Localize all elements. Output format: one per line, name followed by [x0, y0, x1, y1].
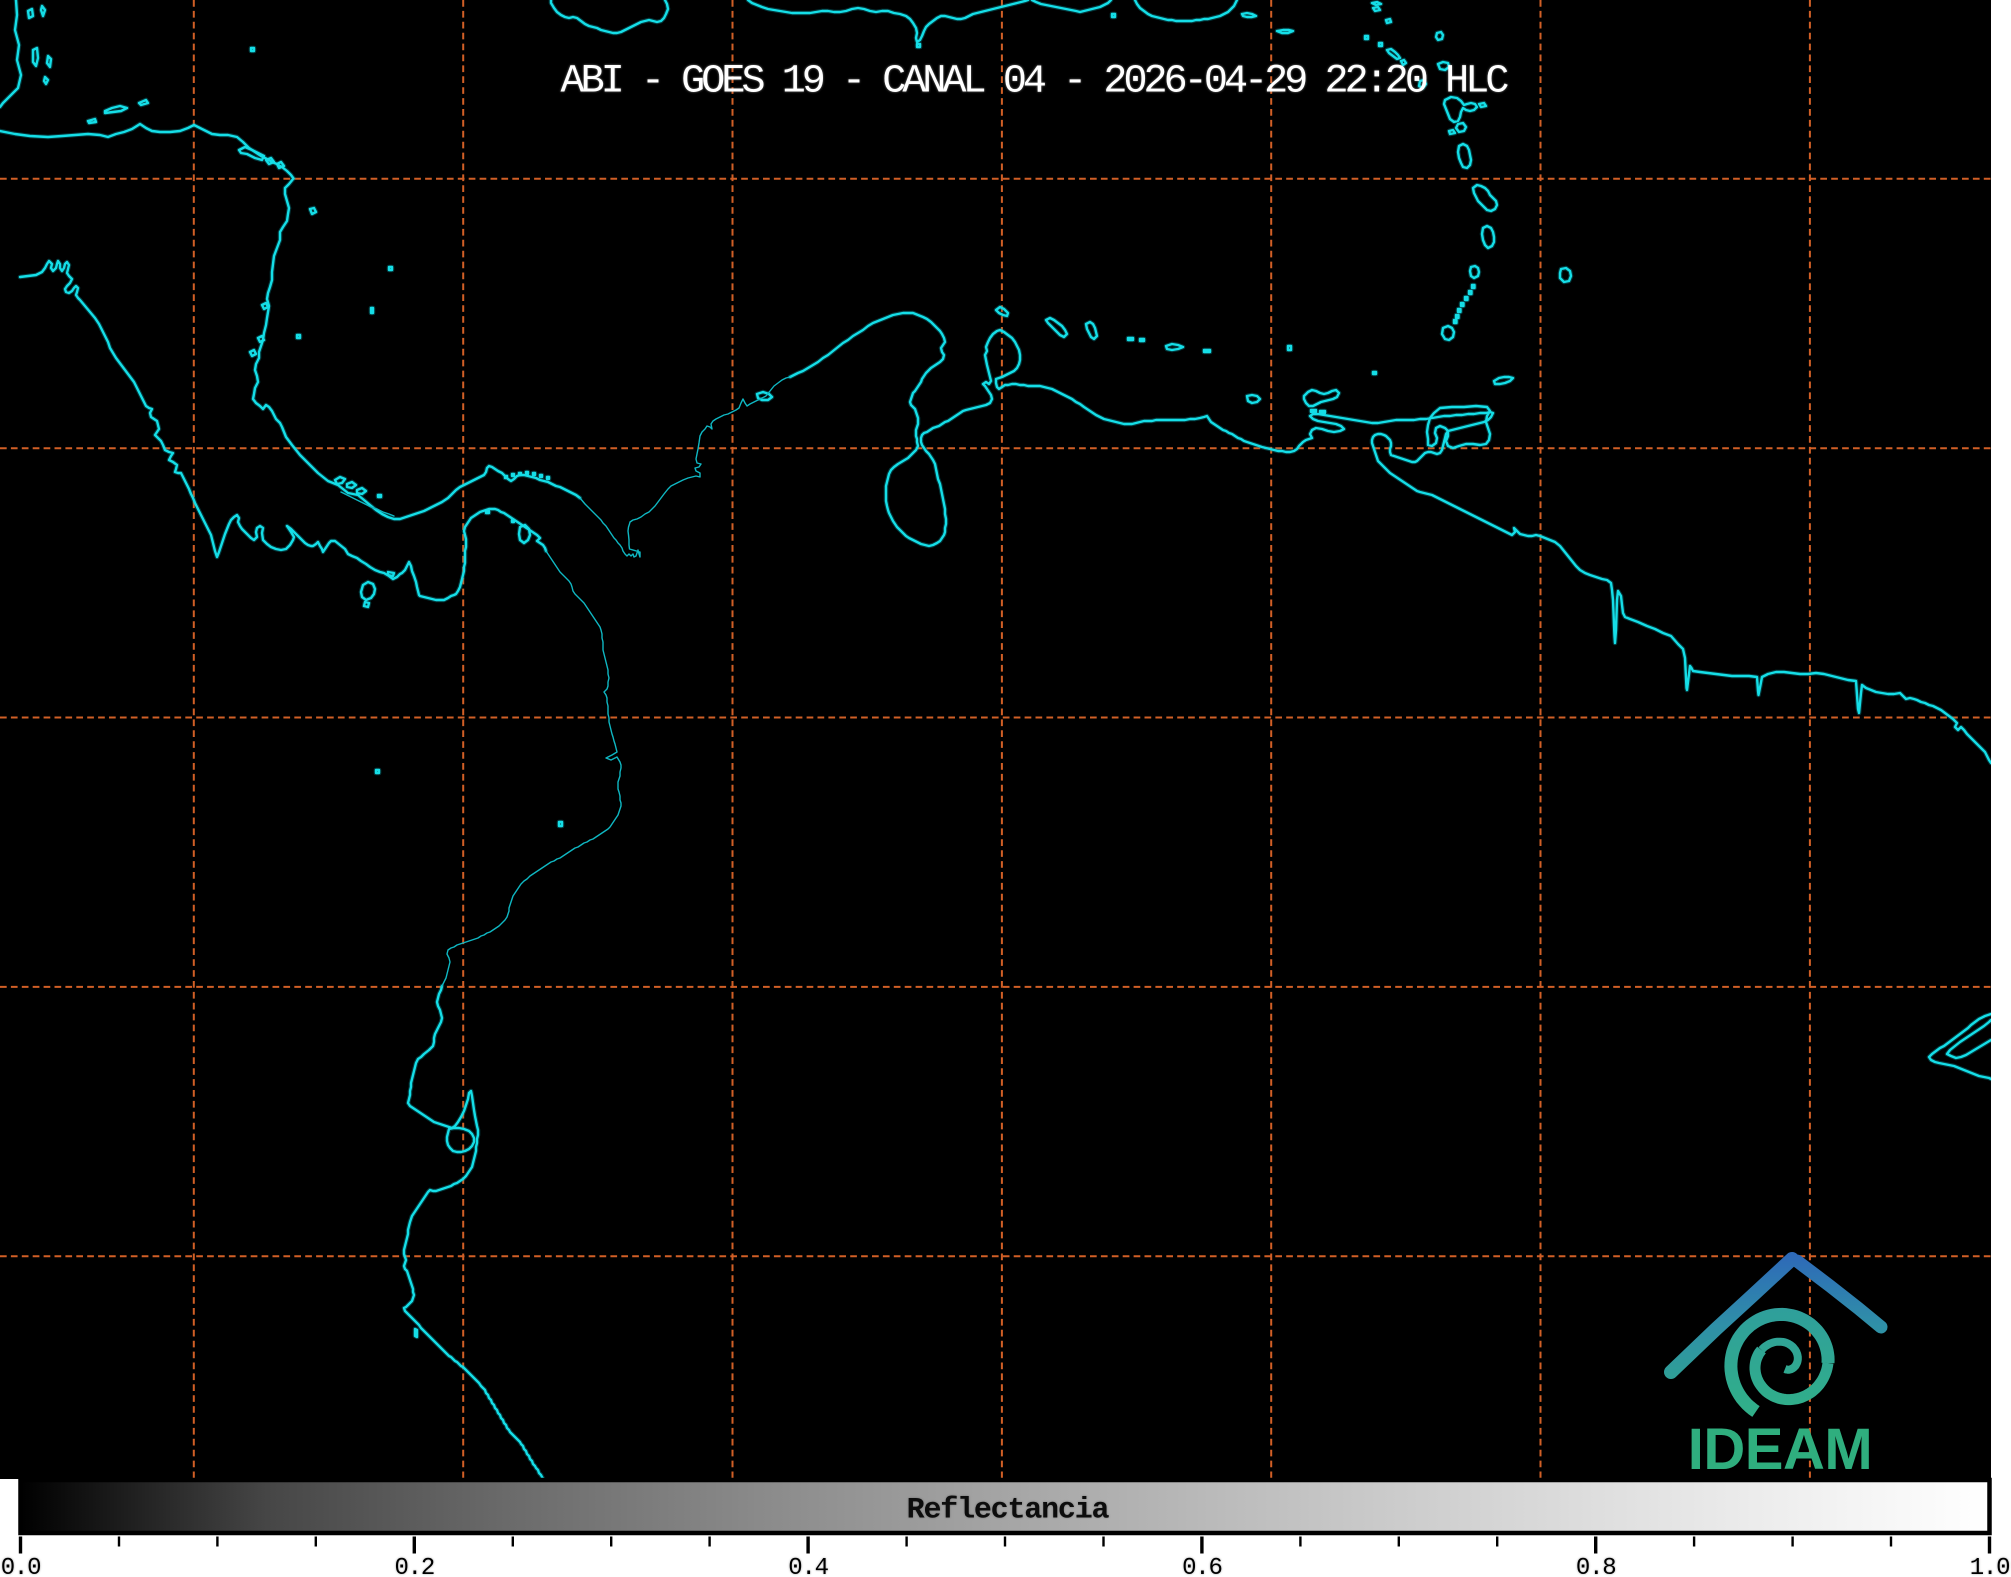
svg-text:0.4: 0.4 [788, 1555, 828, 1577]
svg-text:ABI - GOES 19 - CANAL 04 - 202: ABI - GOES 19 - CANAL 04 - 2026-04-29 22… [561, 60, 1509, 105]
svg-text:0.0: 0.0 [1, 1555, 41, 1577]
svg-text:0.2: 0.2 [394, 1555, 434, 1577]
svg-text:0.8: 0.8 [1576, 1555, 1616, 1577]
svg-text:0.6: 0.6 [1182, 1555, 1222, 1577]
svg-text:IDEAM: IDEAM [1688, 1417, 1872, 1482]
svg-text:Reflectancia: Reflectancia [907, 1494, 1110, 1528]
svg-text:1.0: 1.0 [1970, 1555, 2010, 1577]
